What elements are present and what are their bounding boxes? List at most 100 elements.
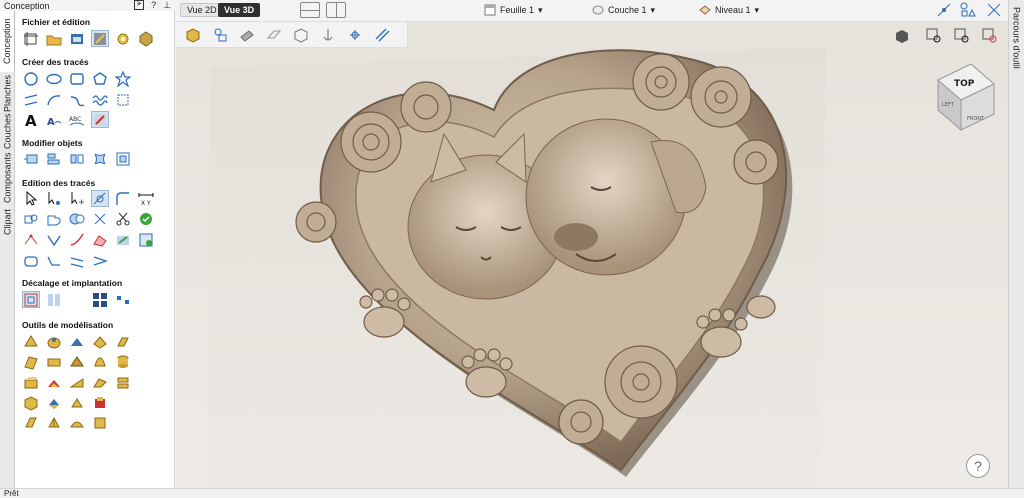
export-relief-icon[interactable]: [22, 414, 40, 431]
arc-icon[interactable]: [45, 91, 63, 108]
measure-icon[interactable]: X Y: [137, 190, 155, 207]
move-icon[interactable]: [22, 150, 40, 167]
frame-icon[interactable]: [114, 91, 132, 108]
view-3d-button[interactable]: Vue 3D: [218, 3, 261, 17]
toolpath-icon[interactable]: [373, 26, 391, 44]
copy-along-icon[interactable]: [114, 291, 132, 308]
stack-icon[interactable]: [114, 374, 132, 391]
fade-icon[interactable]: [45, 374, 63, 391]
level-dropdown[interactable]: Niveau 1 ▾: [699, 4, 759, 16]
create-shape-icon[interactable]: [22, 333, 40, 350]
new-file-icon[interactable]: [22, 30, 40, 47]
weld-icon[interactable]: [45, 210, 63, 227]
bake-icon[interactable]: [45, 394, 63, 411]
rounded-rect-icon[interactable]: [22, 252, 40, 269]
check-icon[interactable]: [137, 210, 155, 227]
open-folder-icon[interactable]: [45, 30, 63, 47]
split-vertical-icon[interactable]: [326, 2, 346, 18]
mirror-icon[interactable]: [68, 150, 86, 167]
sheet-dropdown[interactable]: Feuille 1 ▾: [484, 4, 543, 16]
collapse-icon[interactable]: ᗒ: [134, 0, 145, 10]
guides-icon[interactable]: [986, 2, 1002, 21]
origin-icon[interactable]: [346, 26, 364, 44]
align-icon[interactable]: [45, 150, 63, 167]
wireframe-icon[interactable]: [292, 26, 310, 44]
anchor-icon[interactable]: [319, 26, 337, 44]
tab-planches[interactable]: Planches: [0, 74, 15, 112]
trim-icon[interactable]: [91, 190, 109, 207]
text-art-icon[interactable]: A: [45, 111, 63, 128]
reset-relief-icon[interactable]: [91, 394, 109, 411]
scale-height-icon[interactable]: [91, 374, 109, 391]
edit-image-icon[interactable]: [91, 30, 109, 47]
relief-clipart-icon[interactable]: [68, 414, 86, 431]
polygon-icon[interactable]: [91, 70, 109, 87]
tab-composants[interactable]: Composants: [0, 151, 15, 205]
pin-icon[interactable]: ⊥: [163, 0, 171, 11]
split-relief-icon[interactable]: [45, 414, 63, 431]
help-icon[interactable]: ?: [151, 0, 156, 11]
circle-icon[interactable]: [22, 70, 40, 87]
tab-conception[interactable]: Conception: [0, 10, 15, 72]
add-node-icon[interactable]: [68, 190, 86, 207]
fillet-icon[interactable]: [114, 190, 132, 207]
shape-node-icon[interactable]: [91, 231, 109, 248]
cylinder-icon[interactable]: [114, 353, 132, 370]
text-icon[interactable]: A: [22, 111, 40, 128]
sculpt-icon[interactable]: [91, 333, 109, 350]
two-rail-icon[interactable]: [22, 353, 40, 370]
text-on-curve-icon[interactable]: ABC: [68, 111, 86, 128]
select-arrow-icon[interactable]: [22, 190, 40, 207]
render-mode-icon[interactable]: [184, 26, 202, 44]
help-button[interactable]: ?: [966, 454, 990, 478]
tab-toolpaths[interactable]: Parcours d'outil: [1009, 0, 1024, 76]
split-horizontal-icon[interactable]: [300, 2, 320, 18]
vector-doctor-icon[interactable]: [137, 231, 155, 248]
wave-icon[interactable]: [91, 91, 109, 108]
layer-dropdown[interactable]: Couche 1 ▾: [592, 4, 655, 16]
import-icon[interactable]: [68, 30, 86, 47]
extrude-icon[interactable]: [114, 333, 132, 350]
snap-icon[interactable]: [936, 2, 952, 21]
toggle-objects-icon[interactable]: [211, 26, 229, 44]
zoom-fit-icon[interactable]: [954, 28, 970, 47]
3d-viewport[interactable]: TOP FRONT LEFT ?: [176, 22, 1008, 488]
bezier-icon[interactable]: [22, 231, 40, 248]
material-icon[interactable]: [137, 30, 155, 47]
join-icon[interactable]: [22, 210, 40, 227]
line-icon[interactable]: [22, 91, 40, 108]
offset-icon[interactable]: [22, 291, 40, 308]
polyline-icon[interactable]: [45, 252, 63, 269]
rectangle-icon[interactable]: [68, 70, 86, 87]
corner-icon[interactable]: [68, 231, 86, 248]
wedge-icon[interactable]: [68, 333, 86, 350]
zoom-out-icon[interactable]: [982, 28, 998, 47]
smooth-relief-icon[interactable]: [91, 353, 109, 370]
box-icon[interactable]: [22, 394, 40, 411]
array-icon[interactable]: [114, 150, 132, 167]
extend-icon[interactable]: [91, 252, 109, 269]
settings-gear-icon[interactable]: [114, 30, 132, 47]
dome-icon[interactable]: [45, 333, 63, 350]
ellipse-icon[interactable]: [45, 70, 63, 87]
nesting-icon[interactable]: [45, 291, 63, 308]
grid-layout-icon[interactable]: [91, 291, 109, 308]
close-vector-icon[interactable]: [114, 231, 132, 248]
weave-icon[interactable]: [45, 353, 63, 370]
material-shade-icon[interactable]: [238, 26, 256, 44]
zoom-in-icon[interactable]: [926, 28, 942, 47]
star-icon[interactable]: [114, 70, 132, 87]
scissors-icon[interactable]: [114, 210, 132, 227]
tilt-icon[interactable]: [68, 374, 86, 391]
merge-relief-icon[interactable]: [68, 394, 86, 411]
vectorize-icon[interactable]: [91, 111, 109, 128]
intersect-icon[interactable]: [91, 210, 109, 227]
shapes-icon[interactable]: [960, 2, 976, 21]
tab-clipart[interactable]: Clipart: [0, 207, 15, 237]
subtract-icon[interactable]: [68, 210, 86, 227]
offset-line-icon[interactable]: [68, 252, 86, 269]
texture-icon[interactable]: [68, 353, 86, 370]
distort-icon[interactable]: [91, 150, 109, 167]
component-icon[interactable]: [91, 414, 109, 431]
slice-icon[interactable]: [22, 374, 40, 391]
